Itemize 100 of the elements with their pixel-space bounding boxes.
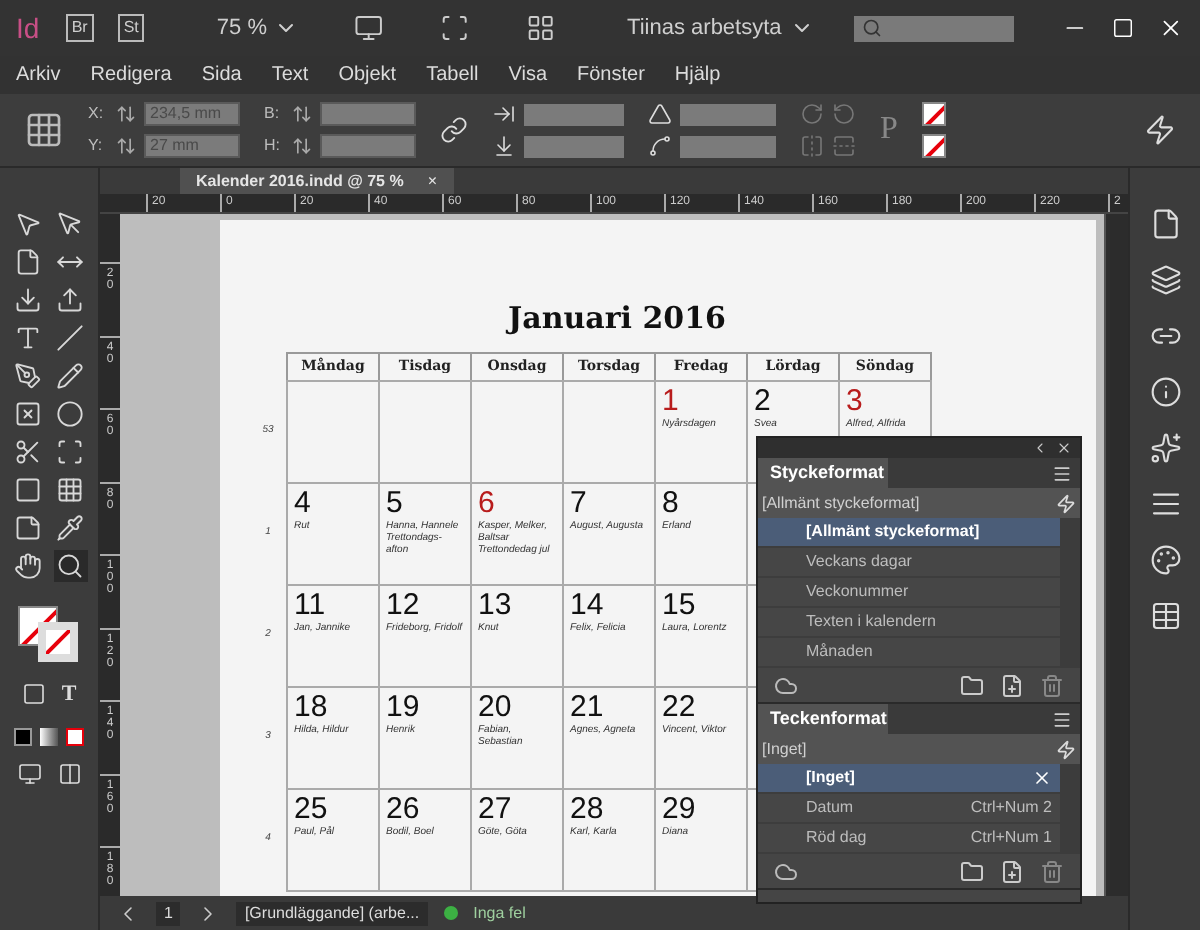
screen-mode-icon[interactable] xyxy=(440,12,470,44)
menu-item[interactable]: Fönster xyxy=(577,60,645,90)
trash-icon[interactable] xyxy=(1040,859,1064,883)
style-list-item[interactable]: [Allmänt styckeformat] xyxy=(758,518,1060,548)
pencil-tool[interactable] xyxy=(53,360,87,392)
lightning-icon[interactable] xyxy=(1144,114,1176,146)
folder-icon[interactable] xyxy=(960,673,984,697)
style-list-item[interactable]: Månaden xyxy=(758,638,1060,668)
stroke-icon[interactable] xyxy=(1149,488,1181,520)
constrain-icon[interactable] xyxy=(440,116,468,144)
pen-tool[interactable] xyxy=(11,360,45,392)
rectangle-frame-tool[interactable] xyxy=(11,398,45,430)
fill-stroke-widget[interactable] xyxy=(17,606,81,662)
app-switch-button[interactable]: Br xyxy=(65,14,94,42)
style-list-item[interactable]: Veckonummer xyxy=(758,578,1060,608)
tab-close-button[interactable]: × xyxy=(427,169,438,193)
gradient-feather-tool[interactable] xyxy=(53,474,87,506)
preflight-text[interactable]: Inga fel xyxy=(473,901,526,925)
shear-field[interactable] xyxy=(680,135,776,157)
page-number-field[interactable]: 1 xyxy=(156,901,181,925)
menu-item[interactable]: Objekt xyxy=(338,60,397,90)
menu-item[interactable]: Hjälp xyxy=(674,60,721,90)
stepper-icon[interactable] xyxy=(292,104,312,124)
table-icon[interactable] xyxy=(1149,600,1181,632)
rotate-ccw-icon[interactable] xyxy=(832,102,856,126)
maximize-icon[interactable] xyxy=(1112,16,1135,40)
style-list-item[interactable]: [Inget] xyxy=(758,764,1060,794)
rotate-cw-icon[interactable] xyxy=(800,102,824,126)
scrollbar[interactable] xyxy=(1060,764,1080,854)
lightning-icon[interactable] xyxy=(1056,493,1076,513)
gradient-tool[interactable] xyxy=(11,474,45,506)
effects-icon[interactable] xyxy=(1149,432,1181,464)
free-transform-tool[interactable] xyxy=(53,436,87,468)
reference-point-icon[interactable] xyxy=(24,110,64,150)
menu-item[interactable]: Redigera xyxy=(90,60,172,90)
arrange-documents-icon[interactable] xyxy=(525,12,556,44)
collapse-icon[interactable] xyxy=(1032,440,1048,456)
rotate-angle-icon[interactable] xyxy=(648,102,672,126)
layers-icon[interactable] xyxy=(1149,264,1181,296)
folder-icon[interactable] xyxy=(960,859,984,883)
menu-item[interactable]: Arkiv xyxy=(16,60,61,90)
width-field[interactable] xyxy=(320,102,416,126)
cloud-icon[interactable] xyxy=(774,859,798,883)
style-list-item[interactable]: Röd dag Ctrl+Num 1 xyxy=(758,824,1060,854)
vertical-scrollbar[interactable] xyxy=(1104,214,1128,896)
close-icon[interactable] xyxy=(1056,440,1072,456)
formatting-text-button[interactable]: T xyxy=(61,678,77,711)
trash-icon[interactable] xyxy=(1040,673,1064,697)
panel-menu-icon[interactable] xyxy=(1052,464,1072,484)
content-collector-tool[interactable] xyxy=(11,284,45,316)
zoom-dropdown[interactable]: 75 % xyxy=(216,11,299,45)
style-list-item[interactable]: Texten i kalendern xyxy=(758,608,1060,638)
stroke-none-swatch[interactable] xyxy=(921,134,946,158)
workspace-dropdown[interactable]: Tiinas arbetsyta xyxy=(627,11,814,45)
panel-menu-icon[interactable] xyxy=(1052,710,1072,730)
document-tab[interactable]: Kalender 2016.indd @ 75 % × xyxy=(180,168,454,194)
info-icon[interactable] xyxy=(1149,376,1181,408)
eyedropper-tool[interactable] xyxy=(53,512,87,544)
scale-y-field[interactable] xyxy=(524,135,624,157)
line-tool[interactable] xyxy=(53,322,87,354)
stepper-icon[interactable] xyxy=(116,104,136,124)
apply-color-swatch[interactable] xyxy=(14,727,32,745)
menu-item[interactable]: Sida xyxy=(201,60,242,90)
formatting-container-icon[interactable] xyxy=(21,682,46,707)
apply-gradient-swatch[interactable] xyxy=(40,727,58,745)
panel-tab[interactable]: Styckeformat xyxy=(758,458,888,488)
style-list-item[interactable]: Veckans dagar xyxy=(758,548,1060,578)
menu-item[interactable]: Tabell xyxy=(426,60,479,90)
swatches-icon[interactable] xyxy=(1149,544,1181,576)
style-list-item[interactable]: Datum Ctrl+Num 2 xyxy=(758,794,1060,824)
ellipse-tool[interactable] xyxy=(53,398,87,430)
screen-mode-icon[interactable] xyxy=(57,761,81,785)
content-placer-tool[interactable] xyxy=(53,284,87,316)
fill-none-swatch[interactable] xyxy=(921,102,946,126)
note-tool[interactable] xyxy=(11,512,45,544)
pages-icon[interactable] xyxy=(1149,208,1181,240)
app-switch-button[interactable]: St xyxy=(117,14,145,42)
menu-item[interactable]: Visa xyxy=(508,60,548,90)
scale-x-field[interactable] xyxy=(524,103,624,125)
shear-angle-icon[interactable] xyxy=(648,134,672,158)
stepper-icon[interactable] xyxy=(116,136,136,156)
rotate-field[interactable] xyxy=(680,103,776,125)
zoom-tool[interactable] xyxy=(53,550,87,582)
scale-x-icon[interactable] xyxy=(492,102,516,126)
view-options-icon[interactable] xyxy=(354,12,385,44)
scale-y-icon[interactable] xyxy=(492,134,516,158)
search-field[interactable] xyxy=(853,15,1015,41)
lightning-icon[interactable] xyxy=(1056,739,1076,759)
scrollbar[interactable] xyxy=(1060,518,1080,668)
view-mode-icon[interactable] xyxy=(17,761,41,785)
panel-tab[interactable]: Teckenformat xyxy=(758,704,888,734)
menu-item[interactable]: Text xyxy=(271,60,309,90)
apply-none-swatch[interactable] xyxy=(66,727,84,745)
height-field[interactable] xyxy=(320,134,416,158)
hand-tool[interactable] xyxy=(11,550,45,582)
cloud-icon[interactable] xyxy=(774,673,798,697)
new-style-icon[interactable] xyxy=(1000,859,1024,883)
clear-override-icon[interactable] xyxy=(1032,768,1052,788)
master-dropdown[interactable]: [Grundläggande] (arbe... xyxy=(236,901,428,925)
new-style-icon[interactable] xyxy=(1000,673,1024,697)
